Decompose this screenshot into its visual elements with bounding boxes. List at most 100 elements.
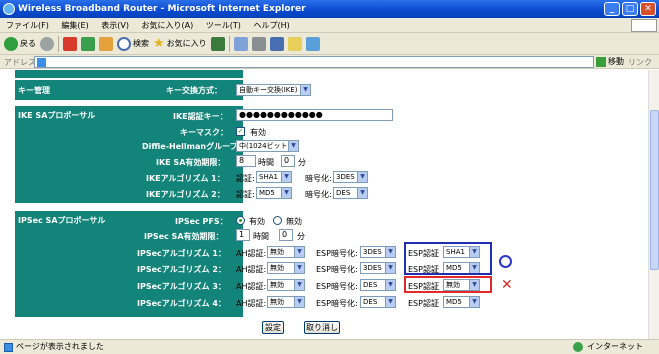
stop-icon[interactable] bbox=[63, 36, 77, 51]
minimize-button[interactable]: _ bbox=[604, 2, 620, 16]
pfs-enabled-radio[interactable] bbox=[236, 216, 245, 225]
apply-button[interactable]: 設定 bbox=[262, 321, 284, 334]
ah-auth-label: AH認証: bbox=[236, 299, 267, 308]
status-bar: ページが表示されました インターネット bbox=[0, 339, 659, 354]
close-button[interactable]: ✕ bbox=[640, 2, 656, 16]
ipsec-alg1-label: IPSecアルゴリズム 1： bbox=[137, 249, 226, 258]
go-arrow-icon bbox=[596, 56, 606, 67]
refresh-icon[interactable] bbox=[81, 36, 95, 51]
ipsec-alg1-ah-select[interactable]: 無効 ▼ bbox=[267, 246, 305, 258]
esp-enc-label: ESP暗号化: bbox=[316, 265, 358, 274]
messenger-icon[interactable] bbox=[305, 36, 320, 51]
menu-tools[interactable]: ツール(T) bbox=[206, 21, 241, 30]
ike-key-value: ●●●●●●●●●●●● bbox=[239, 110, 323, 119]
maximize-button[interactable]: □ bbox=[622, 2, 638, 16]
ipsec-sa-heading: IPSec SAプロポーサル bbox=[18, 216, 106, 225]
ike-life-label: IKE SA有効期限： bbox=[156, 158, 226, 167]
menu-view[interactable]: 表示(V) bbox=[101, 21, 129, 30]
favorites-button[interactable]: ★ お気に入り bbox=[153, 36, 207, 51]
ipsec-life-min-value: 0 bbox=[282, 230, 288, 239]
key-exchange-value: 自動キー交換(IKE) bbox=[239, 86, 298, 94]
valid-circle-mark bbox=[499, 255, 512, 268]
dh-group-select[interactable]: 中(1024ビット) ▼ bbox=[236, 140, 299, 152]
cancel-button[interactable]: 取り消し bbox=[304, 321, 340, 334]
edit-icon[interactable] bbox=[269, 36, 284, 51]
pfs-disabled-radio[interactable] bbox=[273, 216, 282, 225]
ike-alg1-auth-select[interactable]: SHA1 ▼ bbox=[256, 171, 292, 183]
ipsec-life-label: IPSec SA有効期限： bbox=[144, 232, 224, 241]
ike-alg1-auth-label: 認証: bbox=[236, 174, 255, 183]
key-management-heading: キー管理 bbox=[18, 86, 50, 95]
menu-favorites[interactable]: お気に入り(A) bbox=[142, 21, 194, 30]
page-content: キー管理 キー交換方式： 自動キー交換(IKE) ▼ IKE SAプロポーサル … bbox=[0, 70, 648, 339]
ipsec-sa-panel: IPSec SAプロポーサル IPSec PFS： 有効 無効 IPSec SA… bbox=[15, 211, 569, 317]
ipsec-alg2-ah-value: 無効 bbox=[270, 264, 284, 272]
discuss-icon[interactable] bbox=[287, 36, 302, 51]
ah-auth-label: AH認証: bbox=[236, 282, 267, 291]
chevron-down-icon: ▼ bbox=[288, 141, 298, 151]
ike-life-min-value: 0 bbox=[284, 156, 290, 165]
menu-file[interactable]: ファイル(F) bbox=[6, 21, 49, 30]
chevron-down-icon: ▼ bbox=[469, 297, 479, 307]
forward-button[interactable] bbox=[40, 36, 54, 51]
key-management-panel: キー管理 キー交換方式： 自動キー交換(IKE) ▼ bbox=[15, 80, 569, 100]
ipsec-alg3-label: IPSecアルゴリズム 3： bbox=[137, 282, 226, 291]
mail-icon[interactable] bbox=[233, 36, 248, 51]
address-input[interactable] bbox=[34, 56, 594, 68]
forward-arrow-icon bbox=[40, 36, 54, 51]
history-icon[interactable] bbox=[210, 36, 225, 51]
menu-help[interactable]: ヘルプ(H) bbox=[253, 21, 289, 30]
back-button[interactable]: 戻る bbox=[4, 36, 36, 51]
key-mask-label: キーマスク： bbox=[180, 128, 228, 137]
ipsec-alg2-enc-select[interactable]: 3DES ▼ bbox=[360, 262, 396, 274]
zone-label: インターネット bbox=[587, 342, 643, 351]
ike-key-input[interactable]: ●●●●●●●●●●●● bbox=[236, 109, 393, 121]
ike-life-min-input[interactable]: 0 bbox=[281, 155, 295, 167]
key-exchange-select[interactable]: 自動キー交換(IKE) ▼ bbox=[236, 84, 311, 96]
cancel-label: 取り消し bbox=[306, 323, 338, 332]
chevron-down-icon: ▼ bbox=[294, 247, 304, 257]
page-icon bbox=[37, 58, 46, 67]
ike-alg2-auth-label: 認証: bbox=[236, 190, 255, 199]
chevron-down-icon: ▼ bbox=[294, 297, 304, 307]
ike-key-label: IKE認証キー： bbox=[173, 112, 228, 121]
ike-alg1-label: IKEアルゴリズム 1： bbox=[146, 174, 225, 183]
print-icon[interactable] bbox=[251, 36, 266, 51]
chevron-down-icon: ▼ bbox=[357, 172, 367, 182]
ipsec-alg4-ah-select[interactable]: 無効 ▼ bbox=[267, 296, 305, 308]
go-button[interactable]: 移動 bbox=[596, 56, 624, 67]
apply-label: 設定 bbox=[265, 323, 281, 332]
invalid-cross-mark: ✕ bbox=[501, 277, 513, 293]
ike-sa-panel: IKE SAプロポーサル IKE認証キー： ●●●●●●●●●●●● キーマスク… bbox=[15, 106, 569, 203]
ipsec-life-hours-input[interactable]: 1 bbox=[236, 229, 250, 241]
menu-edit[interactable]: 編集(E) bbox=[61, 21, 88, 30]
search-button[interactable]: 検索 bbox=[117, 36, 149, 51]
ike-alg1-enc-value: 3DES bbox=[336, 173, 355, 181]
ipsec-alg4-enc-select[interactable]: DES ▼ bbox=[360, 296, 396, 308]
ike-alg1-enc-select[interactable]: 3DES ▼ bbox=[333, 171, 368, 183]
window-title-bar: Wireless Broadband Router - Microsoft In… bbox=[0, 0, 659, 18]
ipsec-life-min-input[interactable]: 0 bbox=[279, 229, 293, 241]
links-label[interactable]: リンク bbox=[628, 57, 652, 68]
home-icon[interactable] bbox=[99, 36, 113, 51]
ike-life-hours-value: 8 bbox=[239, 156, 245, 165]
ipsec-alg3-enc-select[interactable]: DES ▼ bbox=[360, 279, 396, 291]
vertical-scrollbar[interactable] bbox=[648, 70, 659, 339]
ike-alg2-auth-select[interactable]: MD5 ▼ bbox=[256, 187, 292, 199]
ipsec-pfs-label: IPSec PFS： bbox=[175, 217, 228, 226]
ike-alg2-enc-select[interactable]: DES ▼ bbox=[333, 187, 368, 199]
ipsec-alg4-auth-value: MD5 bbox=[446, 298, 462, 306]
esp-enc-label: ESP暗号化: bbox=[316, 249, 358, 258]
ike-life-hours-input[interactable]: 8 bbox=[236, 155, 256, 167]
scrollbar-thumb[interactable] bbox=[650, 110, 659, 270]
ipsec-alg3-ah-select[interactable]: 無効 ▼ bbox=[267, 279, 305, 291]
top-panel-remnant bbox=[15, 70, 569, 78]
ipsec-alg4-auth-select[interactable]: MD5 ▼ bbox=[443, 296, 480, 308]
menu-bar: ファイル(F) 編集(E) 表示(V) お気に入り(A) ツール(T) ヘルプ(… bbox=[0, 18, 659, 33]
ipsec-alg2-ah-select[interactable]: 無効 ▼ bbox=[267, 262, 305, 274]
chevron-down-icon: ▼ bbox=[281, 172, 291, 182]
ipsec-alg4-label: IPSecアルゴリズム 4： bbox=[137, 299, 226, 308]
key-mask-checkbox[interactable]: ✓ bbox=[236, 127, 245, 136]
ipsec-alg1-enc-select[interactable]: 3DES ▼ bbox=[360, 246, 396, 258]
ipsec-alg1-enc-value: 3DES bbox=[363, 248, 382, 256]
